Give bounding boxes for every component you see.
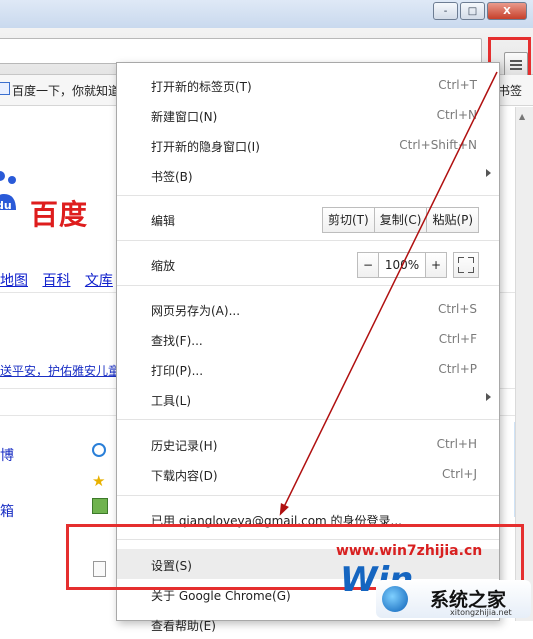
watermark-globe-icon: [382, 586, 408, 612]
watermark-url: www.win7zhijia.cn: [336, 543, 483, 559]
watermark-site: xitongzhijia.net: [450, 608, 512, 617]
annotation-arrow-icon: [279, 71, 498, 516]
